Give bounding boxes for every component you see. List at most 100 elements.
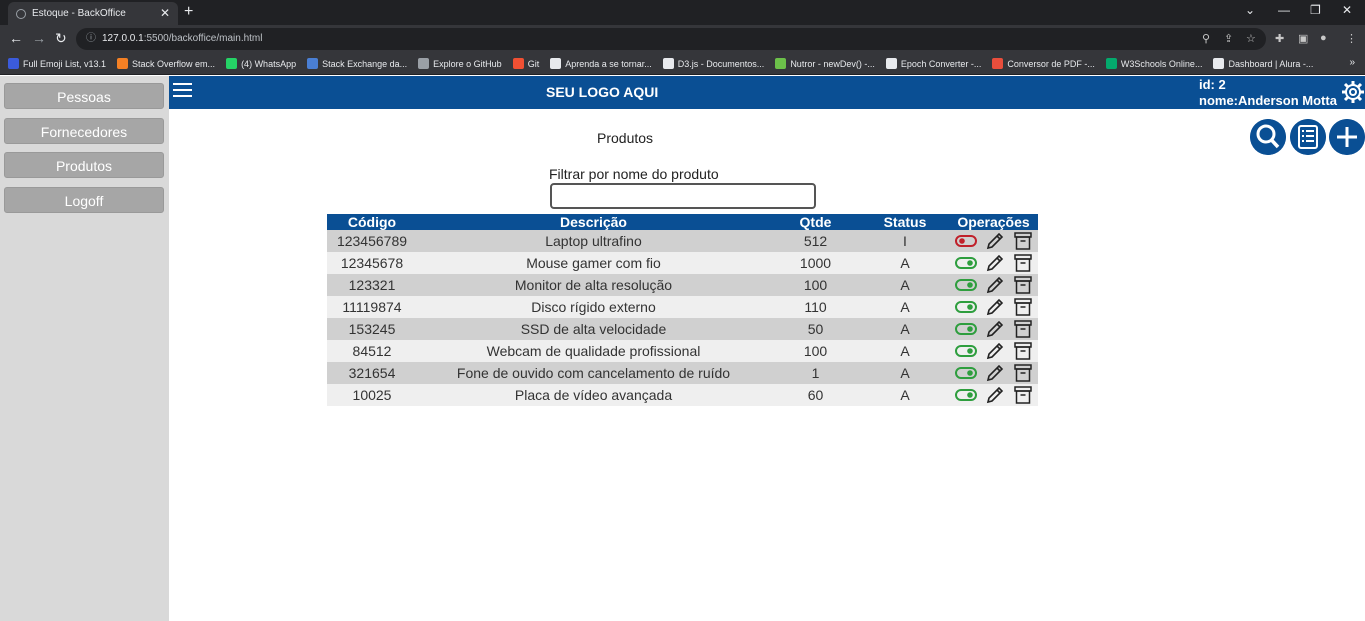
sidebar-item-pessoas[interactable]: Pessoas <box>4 83 164 109</box>
archive-icon[interactable] <box>1013 297 1033 317</box>
cell-descricao: SSD de alta velocidade <box>417 318 770 340</box>
bookmark-favicon-icon <box>226 58 238 69</box>
filter-input[interactable] <box>550 183 816 209</box>
sidebar-item-produtos[interactable]: Produtos <box>4 152 164 178</box>
profile-icon[interactable]: ● <box>1320 32 1327 44</box>
bookmark-item[interactable]: Explore o GitHub <box>418 58 502 69</box>
bookmark-item[interactable]: Dashboard | Alura -... <box>1213 58 1313 69</box>
pencil-icon[interactable] <box>985 297 1005 317</box>
cell-descricao: Webcam de qualidade profissional <box>417 340 770 362</box>
bookmark-item[interactable]: Aprenda a se tornar... <box>550 58 652 69</box>
bookmark-item[interactable]: Stack Exchange da... <box>307 58 407 69</box>
cell-operacoes <box>949 340 1038 362</box>
archive-icon[interactable] <box>1013 275 1033 295</box>
bookmark-item[interactable]: Nutror - newDev() -... <box>775 58 875 69</box>
bookmark-label: Nutror - newDev() -... <box>790 58 875 69</box>
cell-descricao: Laptop ultrafino <box>417 230 770 252</box>
minimize-icon[interactable]: — <box>1278 3 1290 17</box>
list-icon[interactable] <box>1290 119 1326 155</box>
tab-favicon-icon <box>16 8 26 19</box>
search-icon[interactable] <box>1250 119 1286 155</box>
pencil-icon[interactable] <box>985 319 1005 339</box>
toggle-icon[interactable] <box>954 345 977 357</box>
pencil-icon[interactable] <box>985 253 1005 273</box>
sidebar: Pessoas Fornecedores Produtos Logoff <box>0 76 169 621</box>
bookmark-item[interactable]: Full Emoji List, v13.1 <box>8 58 106 69</box>
star-icon[interactable]: ☆ <box>1246 32 1256 45</box>
archive-icon[interactable] <box>1013 319 1033 339</box>
sidebar-item-fornecedores[interactable]: Fornecedores <box>4 118 164 144</box>
app: Pessoas Fornecedores Produtos Logoff SEU… <box>0 76 1365 621</box>
add-icon[interactable] <box>1329 119 1365 155</box>
page-title: Produtos <box>597 130 654 146</box>
bookmark-item[interactable]: (4) WhatsApp <box>226 58 296 69</box>
archive-icon[interactable] <box>1013 363 1033 383</box>
cell-status: A <box>861 384 949 406</box>
toggle-icon[interactable] <box>954 301 977 313</box>
hamburger-icon[interactable] <box>173 83 192 98</box>
archive-icon[interactable] <box>1013 253 1033 273</box>
toggle-icon[interactable] <box>954 389 977 401</box>
bookmark-label: W3Schools Online... <box>1120 58 1203 69</box>
cell-operacoes <box>949 274 1038 296</box>
archive-icon[interactable] <box>1013 385 1033 405</box>
bookmark-favicon-icon <box>885 58 897 69</box>
toggle-icon[interactable] <box>954 257 977 269</box>
toggle-icon[interactable] <box>954 367 977 379</box>
share-icon[interactable]: ⇪ <box>1224 32 1233 45</box>
bookmark-favicon-icon <box>775 58 787 69</box>
close-window-icon[interactable]: ✕ <box>1342 3 1352 17</box>
bookmark-favicon-icon <box>1105 58 1117 69</box>
gear-icon[interactable] <box>1341 80 1365 104</box>
pencil-icon[interactable] <box>985 275 1005 295</box>
browser-tab-bar: Estoque - BackOffice ✕ + ⌄ — ❐ ✕ <box>0 0 1365 25</box>
extensions-icon[interactable]: ✚ <box>1275 32 1284 45</box>
bookmark-item[interactable]: D3.js - Documentos... <box>662 58 764 69</box>
cell-operacoes <box>949 384 1038 406</box>
bookmark-label: (4) WhatsApp <box>241 58 297 69</box>
browser-tab[interactable]: Estoque - BackOffice ✕ <box>8 2 178 25</box>
restore-icon[interactable]: ❐ <box>1310 3 1321 17</box>
bookmark-label: Full Emoji List, v13.1 <box>23 58 107 69</box>
bookmark-label: Stack Overflow em... <box>132 58 216 69</box>
col-descricao: Descrição <box>417 214 770 230</box>
archive-icon[interactable] <box>1013 231 1033 251</box>
zoom-icon[interactable]: ⚲ <box>1202 32 1210 45</box>
menu-icon[interactable]: ⋮ <box>1346 32 1357 45</box>
bookmark-item[interactable]: W3Schools Online... <box>1105 58 1203 69</box>
pencil-icon[interactable] <box>985 341 1005 361</box>
col-qtde: Qtde <box>770 214 861 230</box>
address-input[interactable]: ⓘ 127.0.0.1:5500/backoffice/main.html <box>76 28 1266 50</box>
forward-icon[interactable]: → <box>32 30 46 46</box>
new-tab-icon[interactable]: + <box>184 3 193 21</box>
tab-close-icon[interactable]: ✕ <box>160 6 170 20</box>
pencil-icon[interactable] <box>985 363 1005 383</box>
cell-status: I <box>861 230 949 252</box>
back-icon[interactable]: ← <box>9 30 23 46</box>
toggle-icon[interactable] <box>954 323 977 335</box>
cell-codigo: 10025 <box>327 384 417 406</box>
cell-status: A <box>861 362 949 384</box>
bookmark-item[interactable]: Epoch Converter -... <box>885 58 981 69</box>
bookmark-item[interactable]: Git <box>512 58 539 69</box>
cell-operacoes <box>949 362 1038 384</box>
archive-icon[interactable] <box>1013 341 1033 361</box>
cell-status: A <box>861 318 949 340</box>
pencil-icon[interactable] <box>985 231 1005 251</box>
table-header-row: Código Descrição Qtde Status Operações <box>327 214 1038 230</box>
more-bookmarks-icon[interactable]: » <box>1349 57 1355 68</box>
reload-icon[interactable]: ↻ <box>55 30 67 47</box>
cell-operacoes <box>949 296 1038 318</box>
bookmark-item[interactable]: Stack Overflow em... <box>117 58 215 69</box>
sidepanel-icon[interactable]: ▣ <box>1298 32 1308 45</box>
tab-search-icon[interactable]: ⌄ <box>1245 3 1255 17</box>
address-bar-row: ← → ↻ ⓘ 127.0.0.1:5500/backoffice/main.h… <box>0 25 1365 53</box>
pencil-icon[interactable] <box>985 385 1005 405</box>
toggle-icon[interactable] <box>954 279 977 291</box>
bookmark-favicon-icon <box>8 58 19 69</box>
info-icon[interactable]: ⓘ <box>86 28 96 50</box>
toggle-icon[interactable] <box>954 235 977 247</box>
bookmark-favicon-icon <box>117 58 129 69</box>
bookmark-item[interactable]: Conversor de PDF -... <box>992 58 1095 69</box>
sidebar-item-logoff[interactable]: Logoff <box>4 187 164 213</box>
